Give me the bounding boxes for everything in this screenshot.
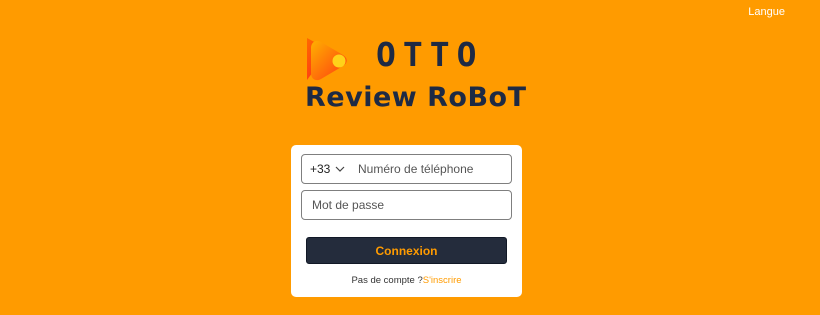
login-button[interactable]: Connexion [306,237,507,264]
phone-field[interactable]: +33 Numéro de téléphone [301,154,512,184]
language-menu[interactable]: Langue [748,6,785,18]
chevron-down-icon [335,166,345,172]
country-code-value: +33 [310,162,331,176]
logo: OTTO Review RoBoT [303,34,526,120]
login-card: +33 Numéro de téléphone Mot de passe Con… [291,145,522,297]
password-field[interactable]: Mot de passe [301,190,512,220]
country-code-select[interactable]: +33 [302,162,358,176]
signup-link[interactable]: S'inscrire [423,275,462,286]
play-logo-icon [307,38,347,81]
logo-subtitle: Review RoBoT [305,82,527,113]
no-account-text: Pas de compte ? [351,275,423,286]
phone-input[interactable]: Numéro de téléphone [358,162,473,176]
signup-prompt: Pas de compte ?S'inscrire [291,275,522,286]
password-input[interactable]: Mot de passe [302,198,384,212]
logo-title: OTTO [376,35,484,74]
